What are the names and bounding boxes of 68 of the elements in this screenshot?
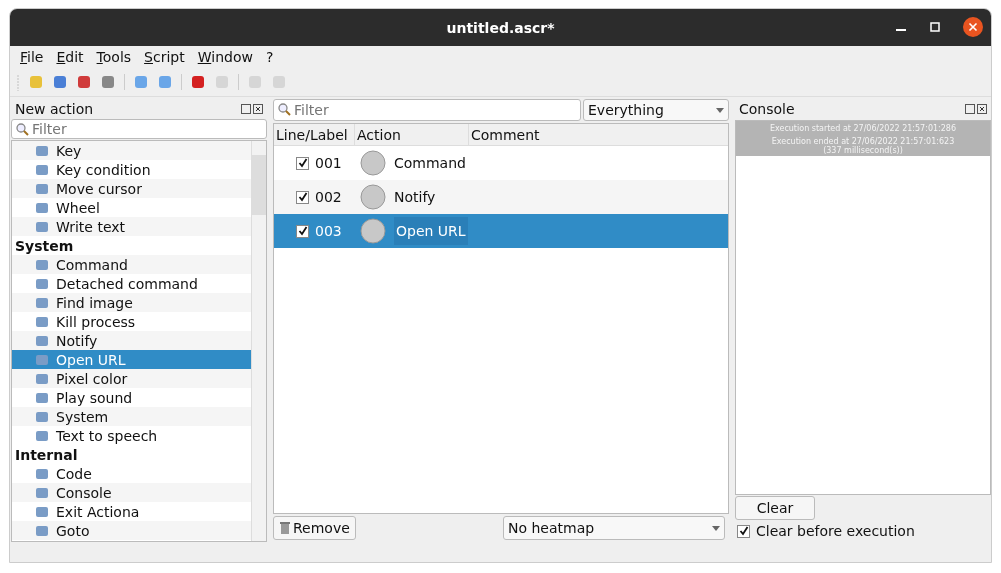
list-item[interactable]: Text to speech	[12, 426, 251, 445]
close-icon[interactable]	[977, 104, 987, 114]
search-icon	[277, 102, 291, 116]
action-name: Notify	[394, 189, 436, 205]
close-icon[interactable]	[253, 104, 263, 114]
close-icon[interactable]	[963, 17, 983, 37]
column-header[interactable]: Line/Label	[274, 124, 355, 145]
checkbox-label: Clear before execution	[756, 523, 915, 539]
list-item[interactable]: Code	[12, 464, 251, 483]
line-number: 003	[315, 223, 342, 239]
menu-item[interactable]: Window	[197, 49, 253, 65]
menu-item[interactable]: Script	[144, 49, 185, 65]
line-number: 002	[315, 189, 342, 205]
list-item[interactable]: Wheel	[12, 198, 251, 217]
list-item[interactable]: Kill process	[12, 312, 251, 331]
list-item[interactable]: Exit Actiona	[12, 502, 251, 521]
checkbox[interactable]	[296, 156, 309, 170]
column-header[interactable]: Action	[355, 124, 469, 145]
panel-title: Console	[739, 101, 795, 117]
column-header[interactable]: Comment	[469, 124, 728, 145]
list-item[interactable]: Find image	[12, 293, 251, 312]
caret-icon	[716, 107, 724, 113]
action-icon	[358, 148, 388, 178]
window-title: untitled.ascr*	[446, 19, 555, 36]
list-item[interactable]: System	[12, 407, 251, 426]
list-item[interactable]: Open URL	[12, 350, 251, 369]
list-item[interactable]: Command	[12, 255, 251, 274]
action-icon	[358, 182, 388, 212]
menu-item[interactable]: Edit	[56, 49, 84, 65]
menu-item[interactable]: Tools	[96, 49, 132, 65]
list-item[interactable]: Key	[12, 141, 251, 160]
list-item[interactable]: Pixel color	[12, 369, 251, 388]
maximize-icon[interactable]	[929, 21, 941, 33]
list-item[interactable]: Detached command	[12, 274, 251, 293]
list-item[interactable]: Notify	[12, 331, 251, 350]
checkbox[interactable]	[296, 224, 309, 238]
filter-field[interactable]: Filter	[11, 119, 267, 139]
toolbar-icon[interactable]	[100, 74, 116, 90]
filter-field[interactable]: Filter	[273, 99, 581, 121]
float-icon[interactable]	[965, 104, 975, 114]
heatmap-dropdown[interactable]: No heatmap	[503, 516, 725, 540]
float-icon[interactable]	[241, 104, 251, 114]
panel-title: New action	[15, 101, 94, 117]
checkbox[interactable]	[296, 190, 309, 204]
search-icon	[15, 122, 29, 136]
scrollbar[interactable]	[251, 141, 266, 541]
toolbar-icon[interactable]	[76, 74, 92, 90]
remove-button[interactable]: Remove	[273, 516, 356, 540]
checkbox[interactable]	[737, 524, 750, 538]
toolbar-icon[interactable]	[190, 74, 206, 90]
console-message: Execution started at 27/06/2022 21:57:01:286	[736, 121, 990, 134]
caret-icon	[712, 525, 720, 531]
line-number: 001	[315, 155, 342, 171]
list-item[interactable]: Play sound	[12, 388, 251, 407]
list-item[interactable]: Key condition	[12, 160, 251, 179]
menu-item[interactable]: File	[20, 49, 44, 65]
action-name: Open URL	[394, 217, 468, 245]
toolbar-icon[interactable]	[52, 74, 68, 90]
trash-icon	[279, 521, 291, 535]
clear-button[interactable]: Clear	[735, 496, 815, 520]
action-name: Command	[394, 155, 466, 171]
list-item[interactable]: Goto	[12, 521, 251, 540]
scope-dropdown[interactable]: Everything	[583, 99, 729, 121]
action-icon	[358, 216, 388, 246]
list-item[interactable]: Move cursor	[12, 179, 251, 198]
list-item[interactable]: Write text	[12, 217, 251, 236]
list-item[interactable]: Console	[12, 483, 251, 502]
menu-item[interactable]: ?	[265, 49, 274, 65]
